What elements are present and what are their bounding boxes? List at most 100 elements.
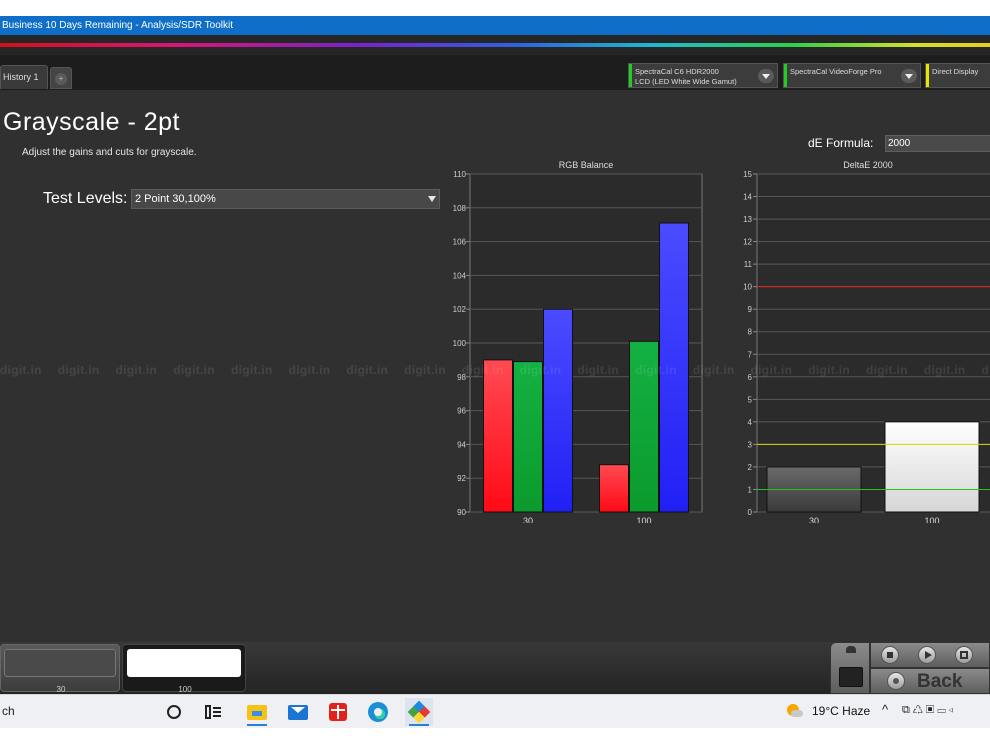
deltae-y-tick-label: 12 [743, 238, 752, 247]
watermark-text: digit.in [808, 363, 851, 377]
watermark-text: digit.in [346, 363, 389, 377]
deltae-y-tick-label: 11 [744, 260, 753, 269]
deltae-y-tick-label: 15 [743, 170, 752, 179]
weather-text[interactable]: 19°C Haze [812, 704, 870, 718]
rgb-y-tick-label: 102 [453, 305, 467, 314]
de-formula-value: 2000 [888, 138, 911, 149]
rgb-bar [599, 464, 629, 513]
tab-bar: History 1 + SpectraCal C6 HDR2000 LCD (L… [0, 55, 990, 90]
brand-rainbow-band [0, 35, 990, 55]
calman-logo [407, 700, 431, 724]
edge-browser-icon[interactable] [364, 698, 392, 726]
chevron-down-icon [428, 196, 436, 202]
rgb-y-tick-label: 110 [453, 170, 466, 179]
rgb-bar [513, 361, 543, 513]
deltae-x-tick-label: 100 [924, 516, 939, 523]
rgb-y-tick-label: 104 [453, 271, 467, 280]
chevron-down-icon[interactable] [758, 69, 774, 83]
taskbar: ch 19°C Haze ^ ⧉ ♺ ▣ ▭ ◃ [0, 694, 990, 728]
chevron-up-icon[interactable]: ^ [882, 702, 888, 717]
device-meter-status-mark [629, 64, 632, 87]
watermark-text: digit.in [57, 363, 100, 377]
envelope-icon [288, 704, 308, 720]
rgb-y-tick-label: 94 [457, 440, 466, 449]
rgb-y-tick-label: 90 [457, 508, 466, 517]
system-tray-icons[interactable]: ⧉ ♺ ▣ ▭ ◃ [902, 704, 953, 717]
add-tab-button[interactable]: + [50, 67, 72, 89]
stop-button[interactable] [881, 646, 899, 664]
back-button[interactable]: Back [870, 668, 990, 694]
deltae-y-tick-label: 9 [748, 305, 753, 314]
swatch-30[interactable]: 30 [0, 644, 120, 694]
play-icon [925, 651, 932, 659]
swatch-100-color [127, 649, 241, 677]
edge-logo [368, 702, 388, 722]
watermark-text: digit.in [0, 363, 42, 377]
transport-controls [870, 642, 990, 668]
watermark-text: digit.in [115, 363, 158, 377]
mail-icon[interactable] [284, 698, 312, 726]
de-formula-field[interactable]: 2000 [885, 135, 990, 152]
watermark-text: digit.in [981, 363, 990, 377]
file-explorer-icon[interactable] [243, 698, 271, 726]
device-display-selector[interactable]: Direct Display [925, 63, 990, 88]
device-generator-selector[interactable]: SpectraCal VideoForge Pro [783, 63, 921, 88]
watermark-text: digit.in [577, 363, 620, 377]
play-button[interactable] [918, 646, 936, 664]
task-view-glyph [205, 705, 221, 719]
watermark-text: digit.in [230, 363, 273, 377]
watermark-text: digit.in [635, 363, 677, 377]
eject-icon [846, 646, 856, 653]
deltae-y-tick-label: 13 [743, 215, 752, 224]
task-view-icon[interactable] [199, 698, 227, 726]
tab-history-label: History 1 [3, 72, 39, 82]
swatch-30-label: 30 [56, 685, 66, 694]
deltae-y-tick-label: 3 [748, 440, 753, 449]
deltae-y-tick-label: 8 [748, 328, 753, 337]
watermark-text: digit.in [519, 363, 562, 377]
back-circle [887, 672, 905, 690]
tab-history-1[interactable]: History 1 [0, 65, 48, 89]
test-levels-select[interactable]: 2 Point 30,100% [131, 189, 440, 209]
device-display-status-mark [926, 64, 929, 87]
weather-icon[interactable] [787, 704, 803, 718]
plus-icon: + [55, 73, 67, 85]
stop-icon [887, 652, 893, 658]
workspace: Grayscale - 2pt Adjust the gains and cut… [0, 90, 990, 642]
gift-icon [329, 703, 347, 721]
watermark-text: digit.in [923, 363, 966, 377]
floppy-icon [960, 651, 968, 659]
rgb-bar [543, 308, 573, 513]
folder-icon [247, 704, 267, 720]
monitor-icon [839, 667, 863, 687]
page-subtitle: Adjust the gains and cuts for grayscale. [22, 147, 197, 158]
window-title-bar: Business 10 Days Remaining - Analysis/SD… [0, 16, 990, 35]
watermark-text: digit.in [461, 363, 504, 377]
device-meter-selector[interactable]: SpectraCal C6 HDR2000 LCD (LED White Wid… [628, 63, 778, 88]
chevron-down-icon[interactable] [901, 69, 917, 83]
pattern-preview-button[interactable] [830, 642, 870, 694]
calman-app-icon[interactable] [405, 698, 433, 726]
office-icon[interactable] [324, 698, 352, 726]
deltae-chart: 012345678910111213141530 100 [743, 170, 990, 523]
save-button[interactable] [955, 646, 973, 664]
rgb-y-tick-label: 108 [453, 204, 467, 213]
test-levels-label: Test Levels: [43, 190, 128, 207]
back-icon [893, 678, 899, 684]
test-levels-value: 2 Point 30,100% [135, 193, 216, 205]
watermark-text: digit.in [404, 363, 446, 377]
window-title: Business 10 Days Remaining - Analysis/SD… [2, 20, 234, 31]
swatch-100[interactable]: 100 [122, 644, 246, 694]
cortana-icon[interactable] [160, 698, 188, 726]
rgb-y-tick-label: 96 [457, 407, 466, 416]
watermark-text: digit.in [692, 363, 735, 377]
watermark-text: digit.in [173, 363, 215, 377]
deltae-y-tick-label: 10 [743, 283, 752, 292]
deltae-y-tick-label: 7 [748, 350, 753, 359]
swatch-30-color [4, 649, 116, 677]
taskbar-search-input[interactable]: ch [2, 704, 15, 718]
rgb-x-tick-label: 100 [636, 516, 651, 523]
watermark-text: digit.in [288, 363, 331, 377]
watermark-text: digit.in [750, 363, 793, 377]
swatch-100-label: 100 [178, 685, 192, 694]
